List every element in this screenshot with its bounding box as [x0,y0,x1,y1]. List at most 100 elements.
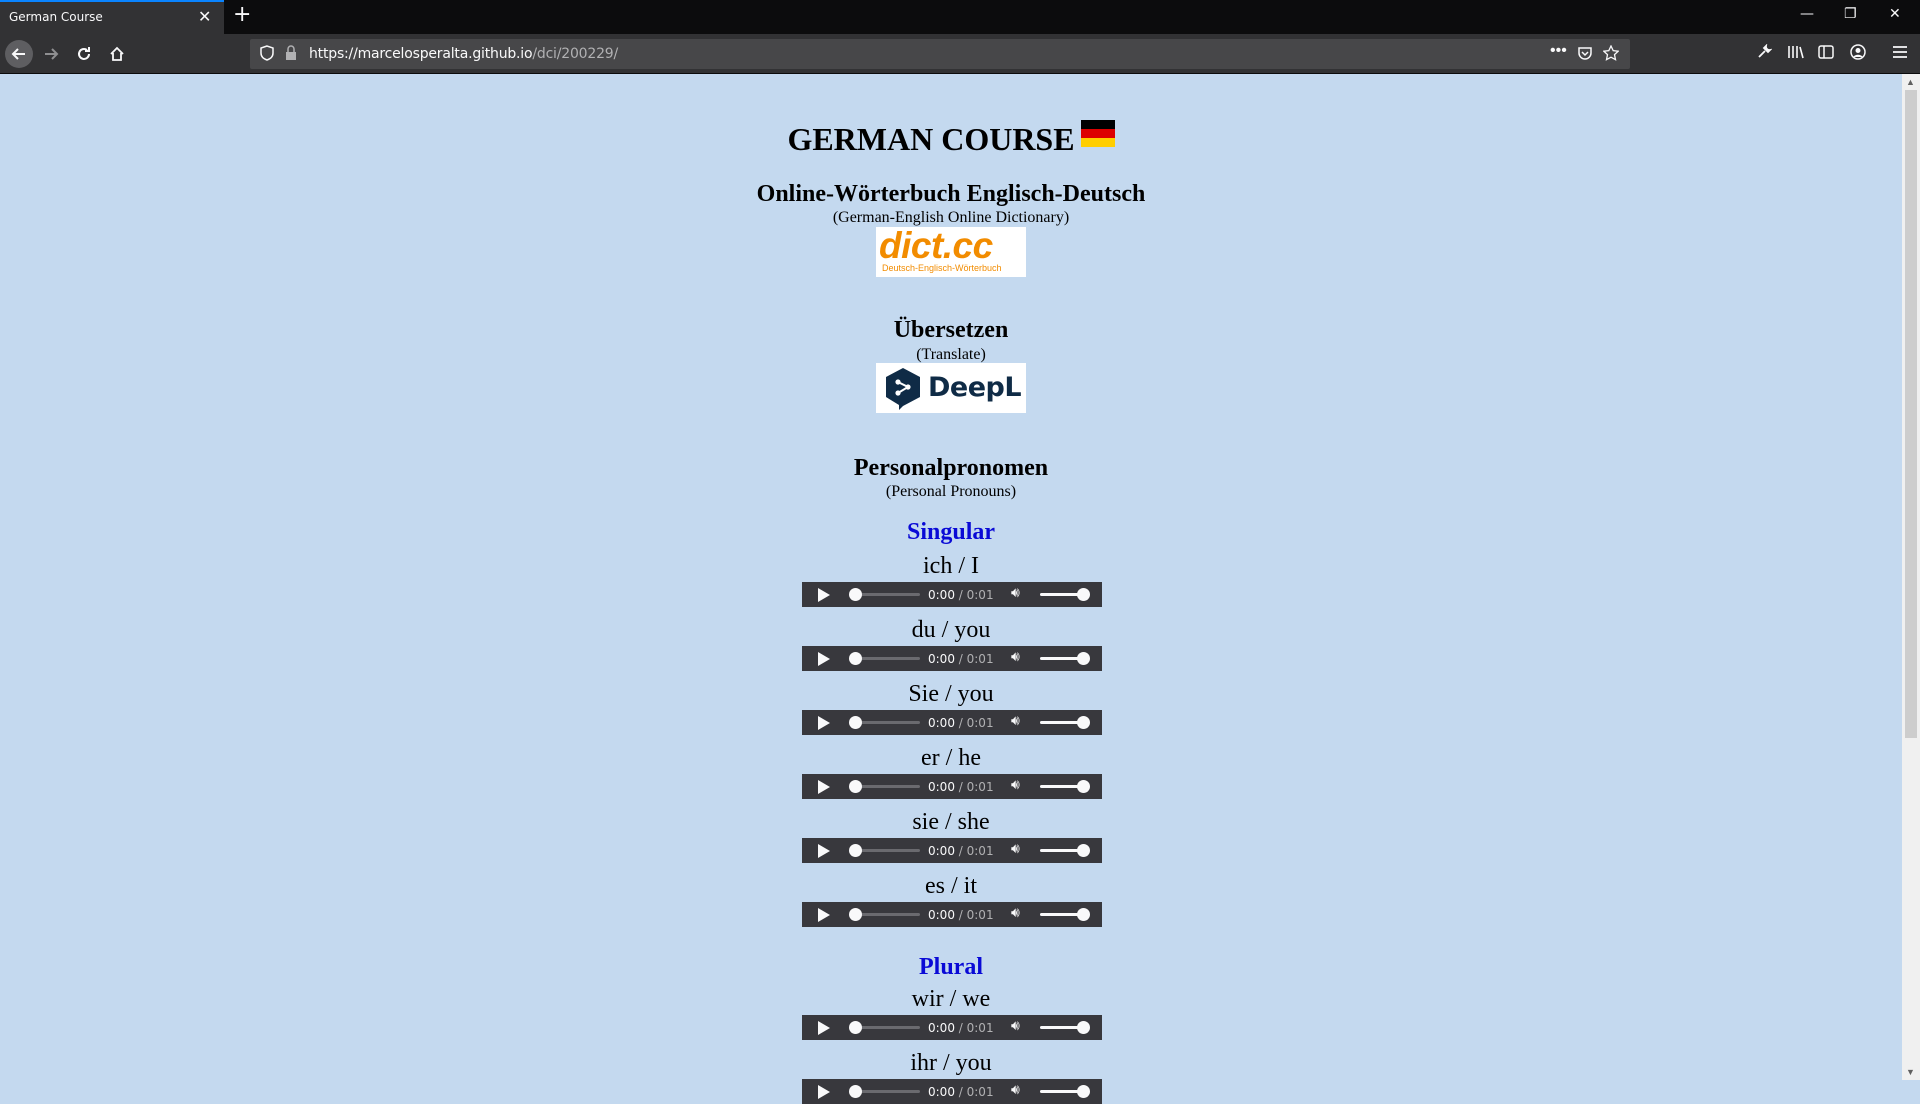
duration: 0:01 [966,1085,994,1099]
volume-knob[interactable] [1077,1021,1090,1034]
play-icon[interactable] [818,1021,830,1035]
restore-icon[interactable]: ❐ [1844,6,1857,22]
seek-knob[interactable] [849,1021,862,1034]
volume-knob[interactable] [1077,716,1090,729]
speaker-icon[interactable]: 🔊︎ [1011,777,1020,793]
url-host: https://marcelosperalta.github.io [309,46,533,62]
audio-player[interactable]: 0:00 / 0:01 🔊︎ [802,582,1102,607]
pocket-icon[interactable] [1577,45,1593,66]
account-icon[interactable] [1850,44,1866,65]
volume-knob[interactable] [1077,1085,1090,1098]
bookmark-star-icon[interactable] [1602,44,1620,66]
audio-player[interactable]: 0:00 / 0:01 🔊︎ [802,1015,1102,1040]
volume-slider[interactable] [1040,657,1082,660]
deepl-logo-icon [886,368,920,410]
speaker-icon[interactable]: 🔊︎ [1011,841,1020,857]
audio-player[interactable]: 0:00 / 0:01 🔊︎ [802,838,1102,863]
wrench-icon[interactable] [1756,43,1773,65]
volume-knob[interactable] [1077,844,1090,857]
url-path: /dci/200229/ [532,46,619,62]
tab-title: German Course [9,10,103,24]
pronoun-label: es / it [925,873,977,899]
audio-player[interactable]: 0:00 / 0:01 🔊︎ [802,646,1102,671]
page-title: GERMAN COURSE [0,120,1902,158]
forward-button[interactable] [37,40,65,68]
library-icon[interactable] [1787,44,1805,65]
seek-knob[interactable] [849,908,862,921]
play-icon[interactable] [818,716,830,730]
volume-slider[interactable] [1040,721,1082,724]
lock-icon[interactable] [285,45,297,66]
volume-slider[interactable] [1040,785,1082,788]
seek-knob[interactable] [849,844,862,857]
page-actions-icon[interactable]: ••• [1550,42,1567,60]
volume-slider[interactable] [1040,849,1082,852]
close-window-icon[interactable]: ✕ [1889,6,1901,22]
sidebar-icon[interactable] [1818,44,1834,65]
vertical-scrollbar[interactable]: ▲ ▼ [1902,74,1920,1080]
audio-player[interactable]: 0:00 / 0:01 🔊︎ [802,774,1102,799]
volume-slider[interactable] [1040,913,1082,916]
menu-icon[interactable] [1892,44,1908,65]
seek-knob[interactable] [849,716,862,729]
volume-slider[interactable] [1040,1026,1082,1029]
speaker-icon[interactable]: 🔊︎ [1011,585,1020,601]
speaker-icon[interactable]: 🔊︎ [1011,649,1020,665]
seek-knob[interactable] [849,588,862,601]
volume-slider[interactable] [1040,593,1082,596]
dict-cc-logo-link[interactable]: dict.cc Deutsch-Englisch-Wörterbuch [876,225,1026,277]
new-tab-button[interactable]: + [233,2,251,27]
scroll-down-arrow-icon[interactable]: ▼ [1906,1067,1915,1077]
play-icon[interactable] [818,844,830,858]
play-icon[interactable] [818,780,830,794]
audio-player[interactable]: 0:00 / 0:01 🔊︎ [802,710,1102,735]
volume-knob[interactable] [1077,652,1090,665]
page-title-text: GERMAN COURSE [787,121,1075,157]
play-icon[interactable] [818,908,830,922]
current-time: 0:00 [928,908,955,922]
reload-icon [78,47,90,60]
home-button[interactable] [103,40,131,68]
tab-german-course[interactable]: German Course ✕ [0,0,224,34]
audio-player[interactable]: 0:00 / 0:01 🔊︎ [802,902,1102,927]
scroll-up-arrow-icon[interactable]: ▲ [1906,77,1915,87]
current-time: 0:00 [928,588,955,602]
deepl-logo-link[interactable]: DeepL [876,363,1026,413]
time-display: 0:00 / 0:01 [928,844,994,858]
seek-knob[interactable] [849,652,862,665]
forward-arrow-icon [45,48,59,60]
duration: 0:01 [966,844,994,858]
time-display: 0:00 / 0:01 [928,1021,994,1035]
audio-player[interactable]: 0:00 / 0:01 🔊︎ [802,1079,1102,1104]
seek-knob[interactable] [849,1085,862,1098]
volume-knob[interactable] [1077,780,1090,793]
pronoun-label: du / you [911,617,991,643]
speaker-icon[interactable]: 🔊︎ [1011,713,1020,729]
pronoun-label: ich / I [923,553,979,579]
close-tab-icon[interactable]: ✕ [198,7,211,27]
reload-button[interactable] [70,40,98,68]
url-text[interactable]: https://marcelosperalta.github.io/dci/20… [309,46,618,62]
volume-knob[interactable] [1077,588,1090,601]
play-icon[interactable] [818,588,830,602]
pronoun-label: wir / we [911,986,991,1012]
shield-icon[interactable] [260,45,274,66]
volume-knob[interactable] [1077,908,1090,921]
seek-knob[interactable] [849,780,862,793]
volume-slider[interactable] [1040,1090,1082,1093]
scrollbar-thumb[interactable] [1905,90,1917,738]
speaker-icon[interactable]: 🔊︎ [1011,1082,1020,1098]
pronoun-label: er / he [921,745,981,771]
speaker-icon[interactable]: 🔊︎ [1011,905,1020,921]
play-icon[interactable] [818,1085,830,1099]
pronoun-label: Sie / you [908,681,994,707]
plural-heading: Plural [919,954,983,980]
back-button[interactable] [5,40,33,68]
deepl-logo-text: DeepL [928,372,1022,403]
minimize-icon[interactable]: — [1800,6,1814,22]
speaker-icon[interactable]: 🔊︎ [1011,1018,1020,1034]
url-bar[interactable]: https://marcelosperalta.github.io/dci/20… [250,39,1630,69]
play-icon[interactable] [818,652,830,666]
duration: 0:01 [966,1021,994,1035]
dict-cc-logo-subtext: Deutsch-Englisch-Wörterbuch [882,263,1002,273]
